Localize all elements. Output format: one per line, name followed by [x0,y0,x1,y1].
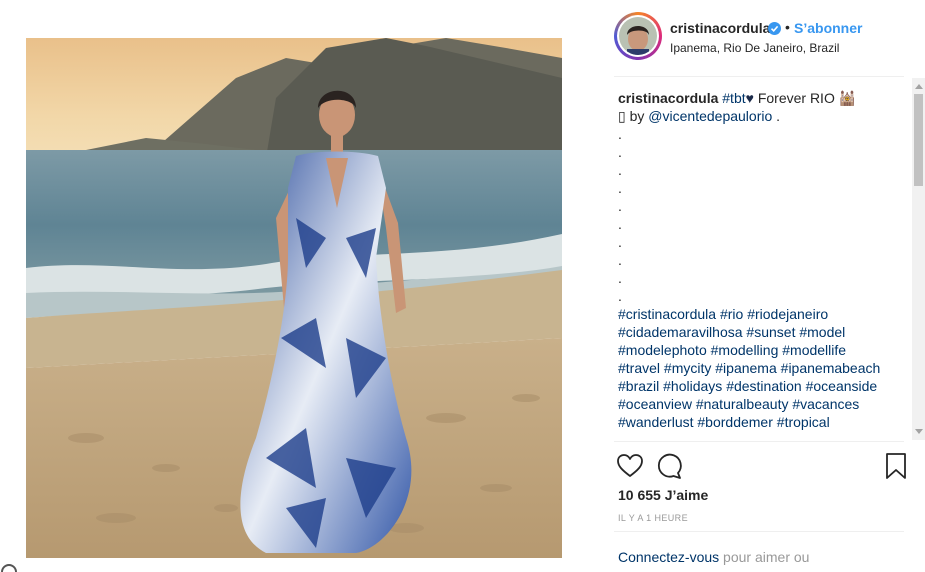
caption-username-link[interactable]: cristinacordula [618,90,718,106]
likes-count[interactable]: 10 655 J’aime [618,487,708,503]
hashtag-line: #travel #mycity #ipanema #ipanemabeach [618,359,910,377]
caption-divider [614,441,904,442]
hashtag-line: #brazil #holidays #destination #oceansid… [618,377,910,395]
avatar-photo-icon [619,17,657,55]
hashtag-line: #wanderlust #borddemer #tropical [618,413,910,431]
hashtag-link[interactable]: #ipanema [715,360,777,376]
caption-dot-line: . [618,180,622,196]
hashtag-link[interactable]: #model [799,324,845,340]
avatar[interactable] [614,12,662,60]
hashtag-link[interactable]: #sunset [746,324,795,340]
caption-dot-line: . [618,198,622,214]
caption-text: Forever RIO [753,90,839,106]
caption-dot-line: . [618,252,622,268]
hashtag-link[interactable]: #tbt [722,90,745,106]
hashtag-link[interactable]: #oceanview [618,396,692,412]
caption-dot-line: . [618,126,622,142]
hashtag-link[interactable]: #oceanside [806,378,878,394]
hashtag-link[interactable]: #cidademaravilhosa [618,324,743,340]
hashtag-link[interactable]: #vacances [792,396,859,412]
hashtag-link[interactable]: #modellife [782,342,846,358]
location-link[interactable]: Ipanema, Rio De Janeiro, Brazil [670,41,839,55]
hashtag-link[interactable]: #riodejaneiro [747,306,828,322]
caption-dots: .......... [618,125,910,305]
beach-photo-image [26,38,562,558]
login-link[interactable]: Connectez-vous [618,549,719,565]
camera-emoji: ▯ [618,108,626,124]
caption-by-text: by [625,108,649,124]
header-separator: • [785,19,790,35]
footer-divider [614,531,904,532]
hashtag-line: #cidademaravilhosa #sunset #model [618,323,910,341]
caption-dot-line: . [618,162,622,178]
caption-first-line: cristinacordula #tbt♥ Forever RIO 🕍 [618,89,910,107]
caption-dot-line: . [618,270,622,286]
hashtag-link[interactable]: #cristinacordula [618,306,716,322]
caption-dot-line: . [618,288,622,304]
caption-hashtags: #cristinacordula #rio #riodejaneiro #cida… [618,305,910,431]
scroll-up-arrow-icon[interactable] [915,84,923,89]
scroll-down-arrow-icon[interactable] [915,429,923,434]
action-bar [616,452,912,480]
caption-credit-line: ▯ by @vicentedepaulorio . [618,107,910,125]
verified-badge-icon [768,22,781,35]
hashtag-link[interactable]: #holidays [663,378,722,394]
post-photo[interactable] [26,38,562,558]
caption-dot-line: . [618,144,622,160]
hashtag-link[interactable]: #travel [618,360,660,376]
login-prompt: Connectez-vous pour aimer ou [618,549,809,565]
caption-mention-tail: . [772,108,781,124]
post-username-link[interactable]: cristinacordula [670,20,770,36]
hashtag-link[interactable]: #borddemer [697,414,773,430]
hashtag-line: #cristinacordula #rio #riodejaneiro [618,305,910,323]
heart-emoji: ♥ [745,90,754,106]
temple-emoji: 🕍 [838,90,857,106]
hashtag-link[interactable]: #destination [726,378,802,394]
caption-dot-line: . [618,216,622,232]
scrollbar-thumb[interactable] [914,94,923,186]
hashtag-link[interactable]: #naturalbeauty [696,396,789,412]
loading-spinner-icon [1,564,17,572]
hashtag-link[interactable]: #brazil [618,378,659,394]
hashtag-link[interactable]: #rio [720,306,743,322]
hashtag-link[interactable]: #modelephoto [618,342,707,358]
hashtag-link[interactable]: #modelling [711,342,779,358]
bookmark-icon[interactable] [882,452,910,480]
post-header: cristinacordula • S’abonner Ipanema, Rio… [614,12,904,64]
login-rest-text: pour aimer ou [719,549,810,565]
mention-link[interactable]: @vicentedepaulorio [648,108,772,124]
hashtag-link[interactable]: #ipanemabeach [781,360,881,376]
header-divider [614,76,904,77]
hashtag-link[interactable]: #wanderlust [618,414,694,430]
hashtag-line: #oceanview #naturalbeauty #vacances [618,395,910,413]
post-caption: cristinacordula #tbt♥ Forever RIO 🕍 ▯ by… [618,89,910,434]
hashtag-link[interactable]: #mycity [664,360,711,376]
post-timestamp: IL Y A 1 HEURE [618,513,688,523]
follow-button[interactable]: S’abonner [794,20,862,36]
caption-scrollbar[interactable] [912,78,925,440]
caption-dot-line: . [618,234,622,250]
heart-outline-icon[interactable] [616,452,644,480]
hashtag-link[interactable]: #tropical [777,414,830,430]
comment-bubble-icon[interactable] [656,452,684,480]
hashtag-line: #modelephoto #modelling #modellife [618,341,910,359]
